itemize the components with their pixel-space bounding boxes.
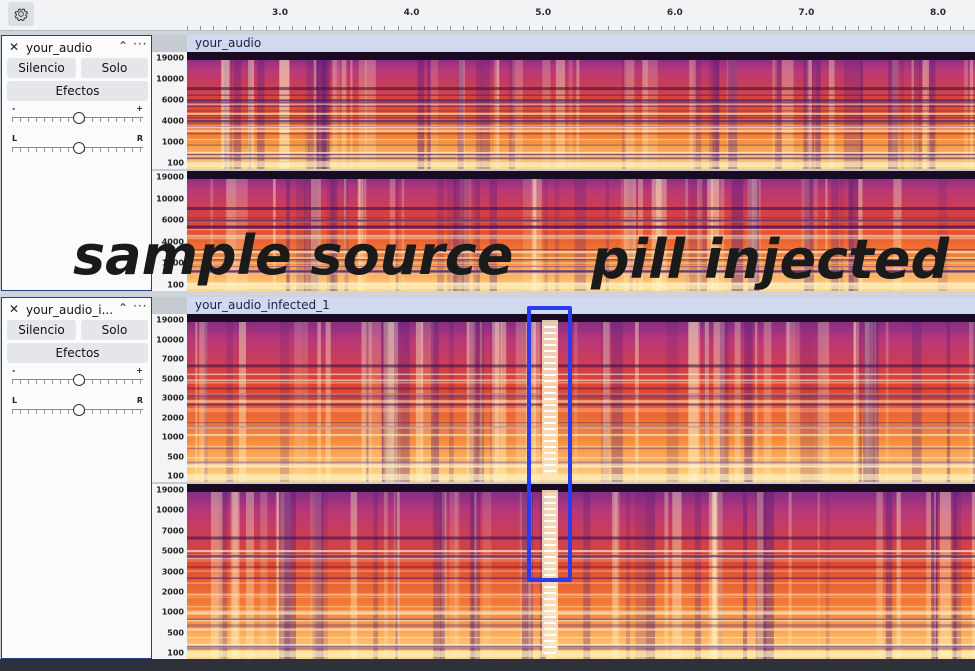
track-name[interactable]: your_audio (26, 41, 118, 55)
gain-max-label: + (136, 104, 143, 113)
gear-icon (14, 8, 28, 21)
more-options-icon[interactable]: ··· (133, 299, 147, 313)
frequency-label: 3000 (161, 567, 184, 576)
gain-min-label: - (12, 366, 16, 375)
gain-slider[interactable]: - + (12, 366, 143, 388)
pan-slider[interactable]: L R (12, 134, 143, 156)
frequency-label: 500 (167, 452, 184, 461)
frequency-label: 7000 (161, 354, 184, 364)
frequency-label: 5000 (161, 546, 184, 556)
frequency-label: 500 (167, 628, 184, 638)
gain-knob[interactable] (72, 374, 85, 386)
collapse-icon[interactable]: ⌃ (118, 301, 128, 315)
effects-button[interactable]: Efectos (7, 81, 148, 101)
ruler-tick-label: 4.0 (403, 8, 420, 18)
pan-slider[interactable]: L R (12, 396, 143, 418)
frequency-label: 2000 (161, 587, 184, 597)
ruler-tick-label: 3.0 (272, 8, 288, 18)
ruler-tick-label: 5.0 (535, 8, 552, 18)
gain-knob[interactable] (72, 112, 85, 124)
more-options-icon[interactable]: ··· (133, 37, 147, 51)
gain-slider[interactable]: - + (12, 104, 143, 126)
spectrogram-channel[interactable] (187, 52, 975, 169)
mute-button[interactable]: Silencio (7, 320, 76, 340)
frequency-label: 100 (167, 158, 184, 168)
ruler-tick-label: 7.0 (798, 8, 815, 18)
pan-right-label: R (136, 396, 143, 405)
ruler-ticks: 3.0 4.0 5.0 6.0 7.0 8.0 (187, 0, 975, 30)
status-bar (0, 659, 975, 671)
close-track-icon[interactable]: ✕ (9, 302, 19, 316)
clip-title[interactable]: your_audio (187, 35, 975, 52)
frequency-label: 2000 (161, 413, 184, 422)
frequency-label: 7000 (161, 526, 184, 536)
timeline-ruler[interactable]: 3.0 4.0 5.0 6.0 7.0 8.0 (0, 0, 975, 31)
close-track-icon[interactable]: ✕ (9, 40, 19, 54)
spectrogram-channel[interactable] (187, 314, 975, 482)
pan-knob[interactable] (72, 404, 85, 416)
frequency-label: 6000 (161, 95, 184, 105)
ruler-tick-label: 8.0 (930, 8, 946, 18)
frequency-scale: 19000 10000 7000 5000 3000 2000 1000 500 100 (152, 314, 188, 482)
pan-left-label: L (12, 396, 18, 405)
frequency-label: 1000 (161, 137, 184, 147)
ruler-tick-label: 6.0 (666, 8, 683, 18)
solo-button[interactable]: Solo (81, 320, 148, 340)
frequency-label: 1000 (161, 607, 184, 617)
injection-highlight-box (527, 306, 572, 582)
collapse-icon[interactable]: ⌃ (118, 39, 128, 53)
frequency-label: 10000 (156, 74, 184, 84)
clip-title[interactable]: your_audio_infected_1 (187, 297, 975, 314)
mute-button[interactable]: Silencio (7, 58, 76, 78)
track-control-panel: ✕ your_audio_i... ⌃ ··· Silencio Solo Ef… (1, 297, 152, 659)
effects-button[interactable]: Efectos (7, 343, 148, 363)
frequency-label: 1000 (161, 432, 184, 442)
frequency-label: 100 (167, 471, 184, 481)
frequency-label: 19000 (156, 53, 184, 63)
frequency-label: 19000 (156, 172, 184, 182)
frequency-label: 19000 (156, 485, 184, 495)
frequency-label: 100 (167, 648, 184, 658)
gain-min-label: - (12, 104, 16, 113)
track-name[interactable]: your_audio_i... (26, 303, 118, 317)
frequency-label: 5000 (161, 374, 184, 383)
frequency-scale: 19000 10000 7000 5000 3000 2000 1000 500 100 (152, 484, 188, 659)
pan-left-label: L (12, 134, 18, 143)
pan-right-label: R (136, 134, 143, 143)
frequency-label: 4000 (161, 116, 184, 126)
annotation-sample-source: sample source (73, 224, 514, 287)
frequency-scale: 19000 10000 6000 4000 1000 100 (152, 52, 188, 169)
frequency-label: 19000 (156, 315, 184, 325)
frequency-label: 10000 (156, 335, 184, 344)
frequency-label: 3000 (161, 393, 184, 403)
gain-max-label: + (136, 366, 143, 375)
frequency-label: 10000 (156, 505, 184, 515)
spectrogram-channel[interactable] (187, 484, 975, 659)
pan-knob[interactable] (72, 142, 85, 154)
track-your-audio-infected: ✕ your_audio_i... ⌃ ··· Silencio Solo Ef… (0, 297, 975, 659)
settings-button[interactable] (8, 2, 34, 26)
solo-button[interactable]: Solo (81, 58, 148, 78)
frequency-label: 10000 (156, 194, 184, 204)
annotation-pill-injected: pill injected (591, 228, 950, 291)
